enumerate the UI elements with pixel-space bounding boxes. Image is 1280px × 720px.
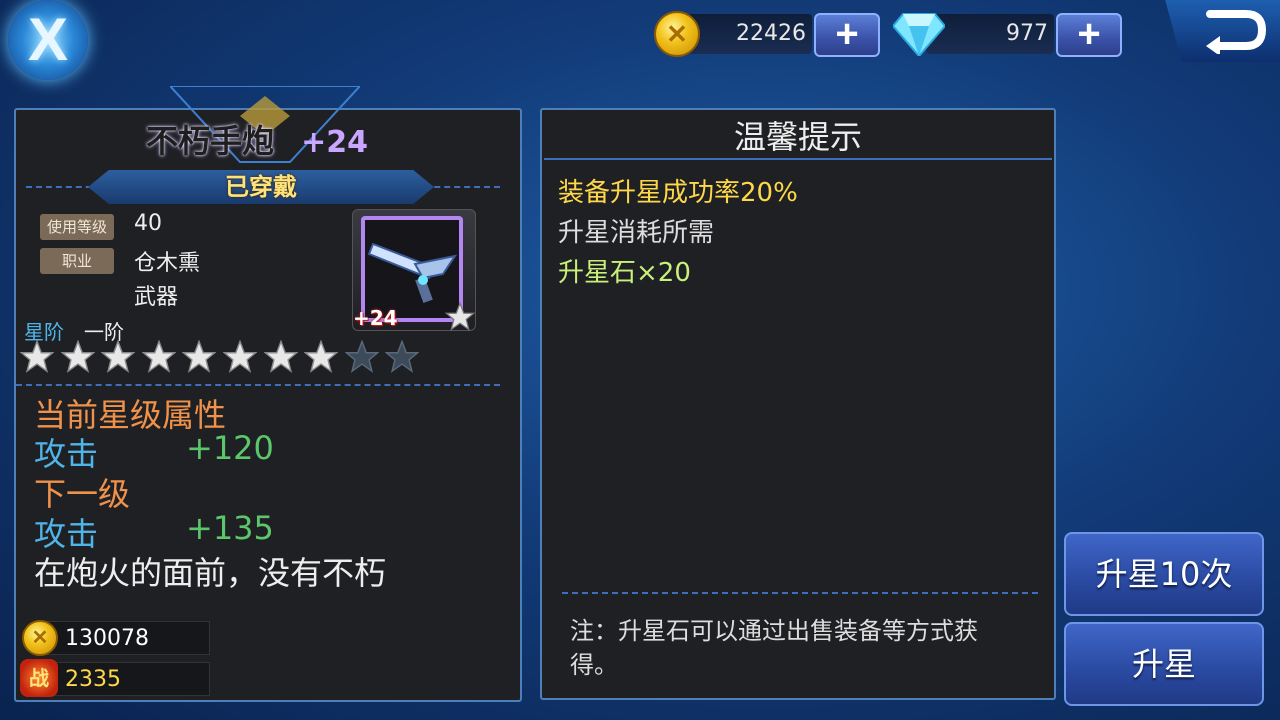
divider <box>16 384 500 386</box>
star-filled-icon <box>141 340 176 373</box>
tips-note: 注：升星石可以通过出售装备等方式获得。 <box>570 617 978 679</box>
diamond-counter: 977 <box>926 14 1054 54</box>
cost-item: 升星石×20 <box>558 258 691 288</box>
star-filled-icon <box>223 340 257 373</box>
equipment-title: 不朽手炮 +24 <box>146 116 406 160</box>
diamond-value: 977 <box>1006 21 1048 46</box>
upgrade-button[interactable]: 升星 <box>1064 622 1264 706</box>
star-filled-icon <box>263 340 298 373</box>
upgrade-10-label: 升星10次 <box>1095 555 1233 593</box>
star-filled-icon <box>304 340 339 373</box>
star-rating <box>20 340 440 374</box>
game-logo: X <box>8 0 88 80</box>
cost-label: 升星消耗所需 <box>558 218 715 248</box>
star-filled-icon <box>60 340 95 373</box>
battle-power-icon: 战 <box>20 659 58 697</box>
use-level-tag: 使用等级 <box>40 214 114 240</box>
class-value: 仓木熏 <box>134 251 201 276</box>
upgrade-label: 升星 <box>1131 645 1196 683</box>
gold-coin-icon: ✕ <box>654 11 700 57</box>
star-empty-icon <box>344 340 379 373</box>
gold-cost-value: 130078 <box>65 626 149 651</box>
tips-title-underline <box>544 158 1052 160</box>
equipment-icon-slot[interactable]: +24 <box>352 209 476 331</box>
flavor-text: 在炮火的面前，没有不朽 <box>34 554 387 592</box>
back-arrow-icon <box>1206 10 1267 54</box>
star-filled-icon <box>20 340 54 373</box>
add-gold-button[interactable]: + <box>814 13 880 57</box>
class-tag: 职业 <box>40 248 114 274</box>
item-badge: +24 <box>353 306 398 330</box>
gold-coin-icon: ✕ <box>22 620 58 656</box>
power-bar: 2335 <box>38 662 210 696</box>
use-level-value: 40 <box>134 211 162 236</box>
back-button[interactable] <box>1165 0 1280 62</box>
equipment-enhance-level: +24 <box>301 125 368 160</box>
next-stat-value: +135 <box>186 509 274 547</box>
star-filled-icon <box>182 340 217 373</box>
equipment-name: 不朽手炮 <box>146 122 275 160</box>
type-value: 武器 <box>134 285 179 310</box>
power-value: 2335 <box>65 667 121 692</box>
add-diamond-button[interactable]: + <box>1056 13 1122 57</box>
upgrade-10-button[interactable]: 升星10次 <box>1064 532 1264 616</box>
plus-icon: + <box>835 12 859 56</box>
gold-cost-bar: 130078 <box>38 621 210 655</box>
battle-power-glyph: 战 <box>29 666 49 690</box>
plus-icon: + <box>1077 12 1101 56</box>
success-rate: 装备升星成功率20% <box>558 178 798 208</box>
logo-x-glyph: X <box>27 6 69 73</box>
star-filled-icon <box>101 340 136 373</box>
divider <box>562 592 1038 594</box>
star-badge-icon <box>445 302 475 331</box>
tips-title: 温馨提示 <box>733 118 862 156</box>
diamond-icon <box>893 13 945 56</box>
current-stat-value: +120 <box>186 429 274 467</box>
star-empty-icon <box>385 340 420 373</box>
equipped-status-bar: 已穿戴 <box>88 170 434 204</box>
